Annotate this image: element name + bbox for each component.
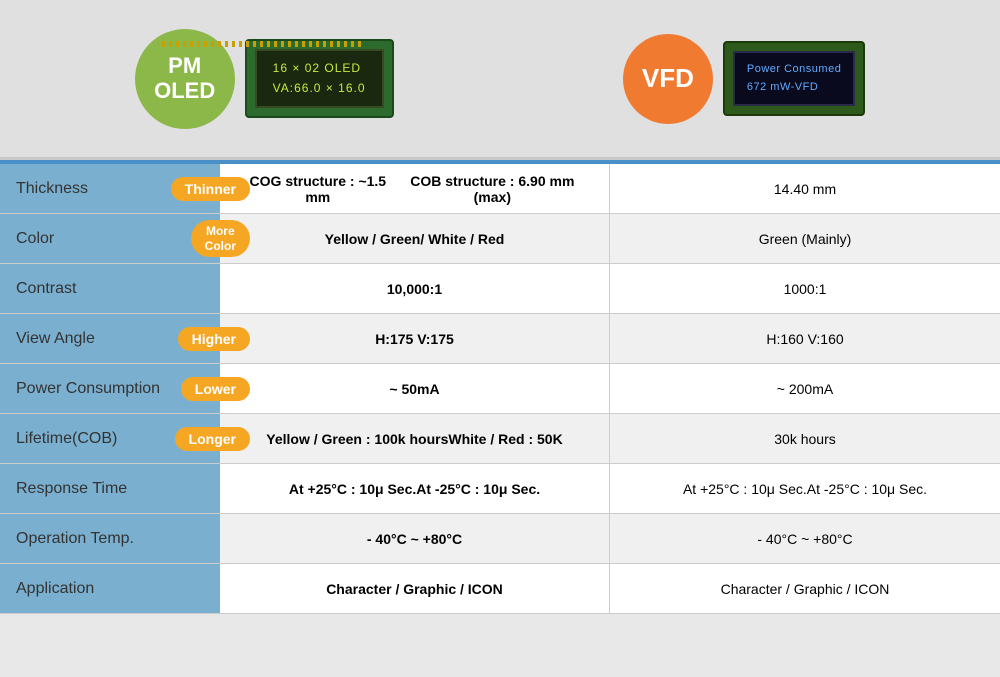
row-label: Lifetime(COB)Longer (0, 414, 220, 463)
oled-screen-line2: VA:66.0 × 16.0 (273, 79, 366, 98)
label-text: Operation Temp. (16, 530, 134, 548)
vfd-value: At +25°C : 10μ Sec.At -25°C : 10μ Sec. (610, 464, 1000, 513)
row-label: ColorMoreColor (0, 214, 220, 263)
table-row: ThicknessThinnerCOG structure : ~1.5 mmC… (0, 164, 1000, 214)
vfd-text: Character / Graphic / ICON (721, 581, 890, 597)
table-row: Response TimeAt +25°C : 10μ Sec.At -25°C… (0, 464, 1000, 514)
pm-text: COG structure : ~1.5 mm (240, 173, 396, 205)
pcb-pins (162, 41, 362, 47)
pm-text: H:175 V:175 (375, 331, 454, 347)
pm-value: Character / Graphic / ICON (220, 564, 610, 613)
table-row: Contrast 10,000:1 1000:1 (0, 264, 1000, 314)
table-row: ColorMoreColorYellow / Green/ White / Re… (0, 214, 1000, 264)
oled-screen-line1: 16 × 02 OLED (273, 59, 366, 78)
row-label: Contrast (0, 264, 220, 313)
vfd-value: Green (Mainly) (610, 214, 1000, 263)
pm-value: COG structure : ~1.5 mmCOB structure : 6… (220, 164, 610, 213)
row-label: Power ConsumptionLower (0, 364, 220, 413)
vfd-pcb-board: Power Consumed 672 mW-VFD (723, 41, 865, 116)
vfd-value: ~ 200mA (610, 364, 1000, 413)
pm-text: 10,000:1 (387, 281, 442, 297)
pm-value: - 40°C ~ +80°C (220, 514, 610, 563)
label-text: Contrast (16, 280, 76, 298)
label-text: View Angle (16, 330, 95, 348)
vfd-value: - 40°C ~ +80°C (610, 514, 1000, 563)
vfd-text: ~ 200mA (777, 381, 833, 397)
pm-text: Yellow / Green/ White / Red (325, 231, 505, 247)
vfd-value: 14.40 mm (610, 164, 1000, 213)
table-row: Power ConsumptionLower~ 50mA~ 200mA (0, 364, 1000, 414)
vfd-screen: Power Consumed 672 mW-VFD (733, 51, 855, 106)
advantage-badge: Longer (175, 427, 250, 451)
pm-value: H:175 V:175 (220, 314, 610, 363)
advantage-badge: Higher (178, 327, 250, 351)
pm-value: At +25°C : 10μ Sec.At -25°C : 10μ Sec. (220, 464, 610, 513)
header-section: PM OLED 16 × 02 OLED VA:66.0 × 16.0 VFD … (0, 0, 1000, 160)
pm-value: 10,000:1 (220, 264, 610, 313)
oled-pcb-board: 16 × 02 OLED VA:66.0 × 16.0 (245, 39, 394, 117)
label-text: Thickness (16, 180, 88, 198)
oled-screen: 16 × 02 OLED VA:66.0 × 16.0 (255, 49, 384, 107)
label-text: Lifetime(COB) (16, 430, 117, 448)
table-row: Operation Temp. - 40°C ~ +80°C - 40°C ~ +8… (0, 514, 1000, 564)
vfd-value: Character / Graphic / ICON (610, 564, 1000, 613)
vfd-text: At +25°C : 10μ Sec. (683, 481, 807, 497)
row-label: Operation Temp. (0, 514, 220, 563)
pm-label-line2: OLED (154, 79, 215, 103)
row-label: Response Time (0, 464, 220, 513)
label-text: Power Consumption (16, 380, 160, 398)
table-row: Application Character / Graphic / ICON Cha… (0, 564, 1000, 614)
pm-label-line1: PM (168, 54, 201, 78)
vfd-value: 30k hours (610, 414, 1000, 463)
pm-text: Yellow / Green : 100k hours (266, 431, 448, 447)
vfd-text: At -25°C : 10μ Sec. (807, 481, 927, 497)
label-text: Application (16, 580, 94, 598)
vfd-screen-line2: 672 mW-VFD (747, 79, 841, 97)
vfd-text: 14.40 mm (774, 181, 836, 197)
vfd-text: Green (Mainly) (759, 231, 852, 247)
advantage-badge: Thinner (171, 177, 250, 201)
vfd-bubble: VFD (623, 34, 713, 124)
table-row: View AngleHigherH:175 V:175H:160 V:160 (0, 314, 1000, 364)
vfd-value: 1000:1 (610, 264, 1000, 313)
advantage-badge: MoreColor (191, 220, 250, 257)
table-row: Lifetime(COB)LongerYellow / Green : 100k… (0, 414, 1000, 464)
vfd-value: H:160 V:160 (610, 314, 1000, 363)
vfd-text: H:160 V:160 (766, 331, 843, 347)
vfd-text: 1000:1 (784, 281, 827, 297)
label-text: Color (16, 230, 54, 248)
comparison-table: ThicknessThinnerCOG structure : ~1.5 mmC… (0, 164, 1000, 614)
advantage-badge: Lower (181, 377, 250, 401)
pm-text: ~ 50mA (389, 381, 439, 397)
vfd-screen-line1: Power Consumed (747, 61, 841, 79)
vfd-product-block: VFD Power Consumed 672 mW-VFD (623, 34, 865, 124)
pm-product-block: PM OLED 16 × 02 OLED VA:66.0 × 16.0 (135, 29, 394, 129)
pm-text: At +25°C : 10μ Sec. (289, 481, 416, 497)
row-label: ThicknessThinner (0, 164, 220, 213)
vfd-text: 30k hours (774, 431, 835, 447)
pm-text: At -25°C : 10μ Sec. (416, 481, 540, 497)
pm-value: ~ 50mA (220, 364, 610, 413)
pm-text: COB structure : 6.90 mm (max) (396, 173, 589, 205)
vfd-text: - 40°C ~ +80°C (757, 531, 852, 547)
pm-text: Character / Graphic / ICON (326, 581, 503, 597)
label-text: Response Time (16, 480, 127, 498)
pm-value: Yellow / Green/ White / Red (220, 214, 610, 263)
row-label: View AngleHigher (0, 314, 220, 363)
row-label: Application (0, 564, 220, 613)
vfd-label: VFD (642, 64, 694, 93)
pm-text: White / Red : 50K (448, 431, 562, 447)
pm-text: - 40°C ~ +80°C (367, 531, 462, 547)
pm-value: Yellow / Green : 100k hoursWhite / Red :… (220, 414, 610, 463)
